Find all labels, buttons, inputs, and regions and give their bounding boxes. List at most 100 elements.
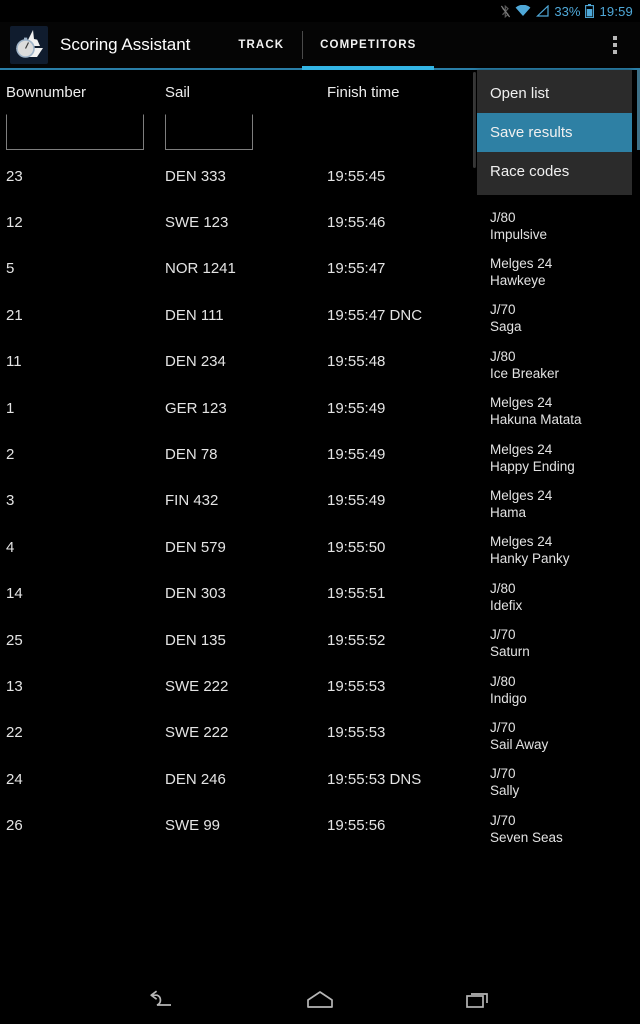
- column-header-finish-time: Finish time: [327, 84, 400, 101]
- cell-finish-time: 19:55:53: [327, 677, 386, 695]
- signal-icon: [536, 5, 550, 17]
- cell-bownumber: 24: [6, 770, 23, 788]
- list-item[interactable]: Melges 24 Hama: [477, 481, 640, 527]
- cell-finish-time: 19:55:52: [327, 631, 386, 649]
- tab-track[interactable]: TRACK: [220, 22, 302, 68]
- competitor-name: Sail Away: [490, 736, 549, 752]
- competitor-class: Melges 24: [490, 534, 553, 550]
- competitor-name: Seven Seas: [490, 829, 563, 845]
- cell-sail: SWE 222: [165, 677, 229, 695]
- cell-finish-time: 19:55:49: [327, 446, 386, 464]
- list-item[interactable]: J/80 Idefix: [477, 574, 640, 620]
- cell-sail: FIN 432: [165, 492, 219, 510]
- table-row[interactable]: 23 DEN 333 19:55:45: [0, 153, 477, 199]
- table-row[interactable]: 5 NOR 1241 19:55:47: [0, 246, 477, 292]
- competitor-class: J/80: [490, 209, 516, 225]
- table-row[interactable]: 12 SWE 123 19:55:46: [0, 199, 477, 245]
- tab-track-label: TRACK: [238, 39, 285, 51]
- competitor-name: Indigo: [490, 690, 527, 706]
- filter-row: [0, 101, 477, 153]
- cell-bownumber: 11: [6, 353, 22, 371]
- list-item[interactable]: J/70 Saga: [477, 296, 640, 342]
- cell-sail: DEN 333: [165, 167, 226, 185]
- bownumber-filter-input[interactable]: [6, 114, 144, 150]
- android-nav-bar: [0, 975, 640, 1024]
- competitor-class: J/80: [490, 348, 516, 364]
- competitor-class: J/70: [490, 766, 516, 782]
- competitor-name: Hanky Panky: [490, 551, 570, 567]
- tab-bar: TRACK COMPETITORS: [220, 22, 435, 70]
- competitor-class: Melges 24: [490, 395, 553, 411]
- cell-sail: NOR 1241: [165, 260, 236, 278]
- battery-percent: 33%: [554, 3, 581, 19]
- list-item[interactable]: Melges 24 Hawkeye: [477, 249, 640, 295]
- app-title: Scoring Assistant: [60, 35, 191, 54]
- sail-filter-input[interactable]: [165, 114, 253, 150]
- back-icon[interactable]: [139, 983, 185, 1017]
- recents-icon[interactable]: [455, 983, 501, 1017]
- competitor-name: Hawkeye: [490, 273, 546, 289]
- cell-sail: DEN 579: [165, 538, 226, 556]
- table-row[interactable]: 4 DEN 579 19:55:50: [0, 524, 477, 570]
- cell-bownumber: 23: [6, 167, 23, 185]
- cell-sail: SWE 123: [165, 214, 229, 232]
- results-table: Bownumber Sail Finish time 23 DEN 333 19…: [0, 70, 477, 1000]
- list-item[interactable]: Melges 24 Hakuna Matata: [477, 389, 640, 435]
- cell-sail: DEN 111: [165, 306, 224, 324]
- table-row[interactable]: 25 DEN 135 19:55:52: [0, 617, 477, 663]
- table-row[interactable]: 3 FIN 432 19:55:49: [0, 478, 477, 524]
- competitor-name: Hama: [490, 505, 527, 521]
- cell-finish-time: 19:55:53 DNS: [327, 770, 422, 788]
- list-item[interactable]: J/70 Sally: [477, 760, 640, 806]
- competitor-name: Hakuna Matata: [490, 412, 582, 428]
- cell-finish-time: 19:55:48: [327, 353, 386, 371]
- overflow-dropdown-menu: Open list Save results Race codes: [477, 70, 632, 195]
- list-item[interactable]: J/70 Seven Seas: [477, 806, 640, 852]
- cell-bownumber: 22: [6, 724, 23, 742]
- list-item[interactable]: J/70 Sail Away: [477, 713, 640, 759]
- table-row[interactable]: 1 GER 123 19:55:49: [0, 385, 477, 431]
- table-row[interactable]: 11 DEN 234 19:55:48: [0, 339, 477, 385]
- list-item[interactable]: J/80 Impulsive: [477, 203, 640, 249]
- cell-bownumber: 1: [6, 399, 15, 417]
- home-icon[interactable]: [297, 983, 343, 1017]
- table-row[interactable]: 26 SWE 99 19:55:56: [0, 802, 477, 848]
- cell-sail: SWE 99: [165, 817, 221, 835]
- cell-bownumber: 4: [6, 538, 15, 556]
- table-row[interactable]: 13 SWE 222 19:55:53: [0, 663, 477, 709]
- table-row[interactable]: 2 DEN 78 19:55:49: [0, 431, 477, 477]
- cell-sail: GER 123: [165, 399, 227, 417]
- tab-competitors[interactable]: COMPETITORS: [302, 22, 435, 70]
- competitor-name: Impulsive: [490, 226, 548, 242]
- tab-competitors-label: COMPETITORS: [320, 39, 417, 51]
- table-row[interactable]: 24 DEN 246 19:55:53 DNS: [0, 756, 477, 802]
- competitor-name: Idefix: [490, 597, 523, 613]
- list-item[interactable]: Melges 24 Happy Ending: [477, 435, 640, 481]
- menu-item-save-results[interactable]: Save results: [477, 113, 632, 152]
- competitor-name: Saga: [490, 319, 522, 335]
- table-row[interactable]: 14 DEN 303 19:55:51: [0, 571, 477, 617]
- menu-item-race-codes[interactable]: Race codes: [477, 152, 632, 191]
- cell-bownumber: 2: [6, 446, 15, 464]
- list-item[interactable]: J/80 Ice Breaker: [477, 342, 640, 388]
- cell-bownumber: 26: [6, 817, 23, 835]
- menu-item-open-list[interactable]: Open list: [477, 74, 632, 113]
- list-item[interactable]: J/70 Saturn: [477, 621, 640, 667]
- competitor-class: J/70: [490, 719, 516, 735]
- cell-sail: DEN 246: [165, 770, 226, 788]
- competitor-list: J/80 Impulsive Melges 24 Hawkeye J/70 Sa…: [477, 195, 640, 852]
- column-header-bownumber: Bownumber: [6, 84, 87, 101]
- list-item[interactable]: Melges 24 Hanky Panky: [477, 528, 640, 574]
- cell-finish-time: 19:55:49: [327, 492, 386, 510]
- competitor-name: Sally: [490, 783, 520, 799]
- overflow-menu-icon[interactable]: [598, 22, 632, 68]
- cell-bownumber: 25: [6, 631, 23, 649]
- table-scrollbar[interactable]: [473, 72, 476, 168]
- content-area: Bownumber Sail Finish time 23 DEN 333 19…: [0, 70, 640, 1000]
- competitor-class: J/70: [490, 812, 516, 828]
- table-body: 23 DEN 333 19:55:45 12 SWE 123 19:55:46 …: [0, 153, 477, 849]
- wifi-icon: [515, 5, 531, 17]
- table-row[interactable]: 22 SWE 222 19:55:53: [0, 710, 477, 756]
- table-row[interactable]: 21 DEN 111 19:55:47 DNC: [0, 292, 477, 338]
- list-item[interactable]: J/80 Indigo: [477, 667, 640, 713]
